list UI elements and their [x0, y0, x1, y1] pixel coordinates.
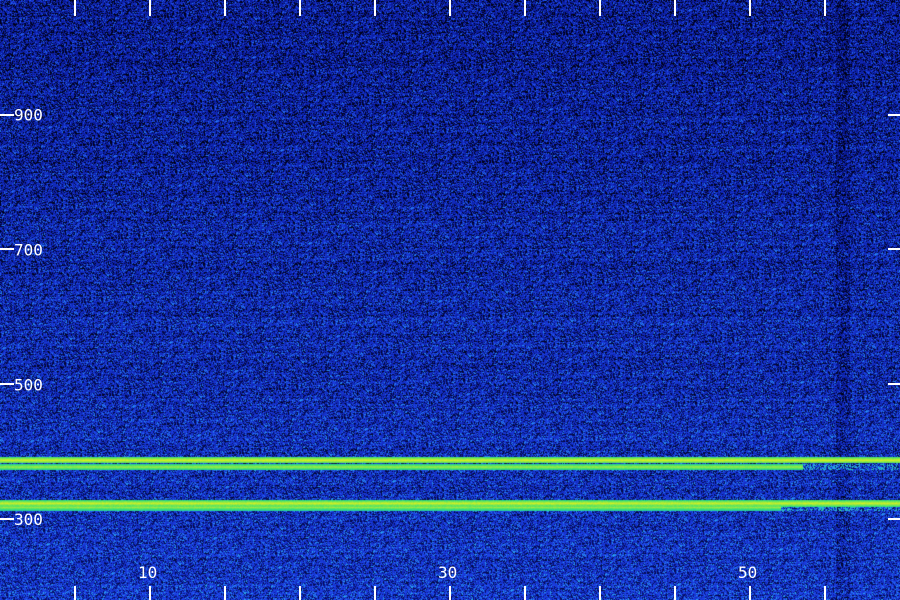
- x-tick-label: 50: [738, 563, 757, 582]
- chart-axes-overlay: 10 30 50 900 700 500 300: [0, 0, 900, 600]
- y-tick-label: 300: [14, 510, 43, 529]
- y-tick-label: 900: [14, 106, 43, 125]
- y-tick-label: 700: [14, 240, 43, 259]
- x-axis-ticks: 10 30 50: [74, 0, 826, 600]
- x-tick-label: 10: [138, 563, 157, 582]
- x-tick-label: 30: [438, 563, 457, 582]
- y-tick-label: 500: [14, 375, 43, 394]
- y-axis-ticks: 900 700 500 300: [0, 106, 900, 529]
